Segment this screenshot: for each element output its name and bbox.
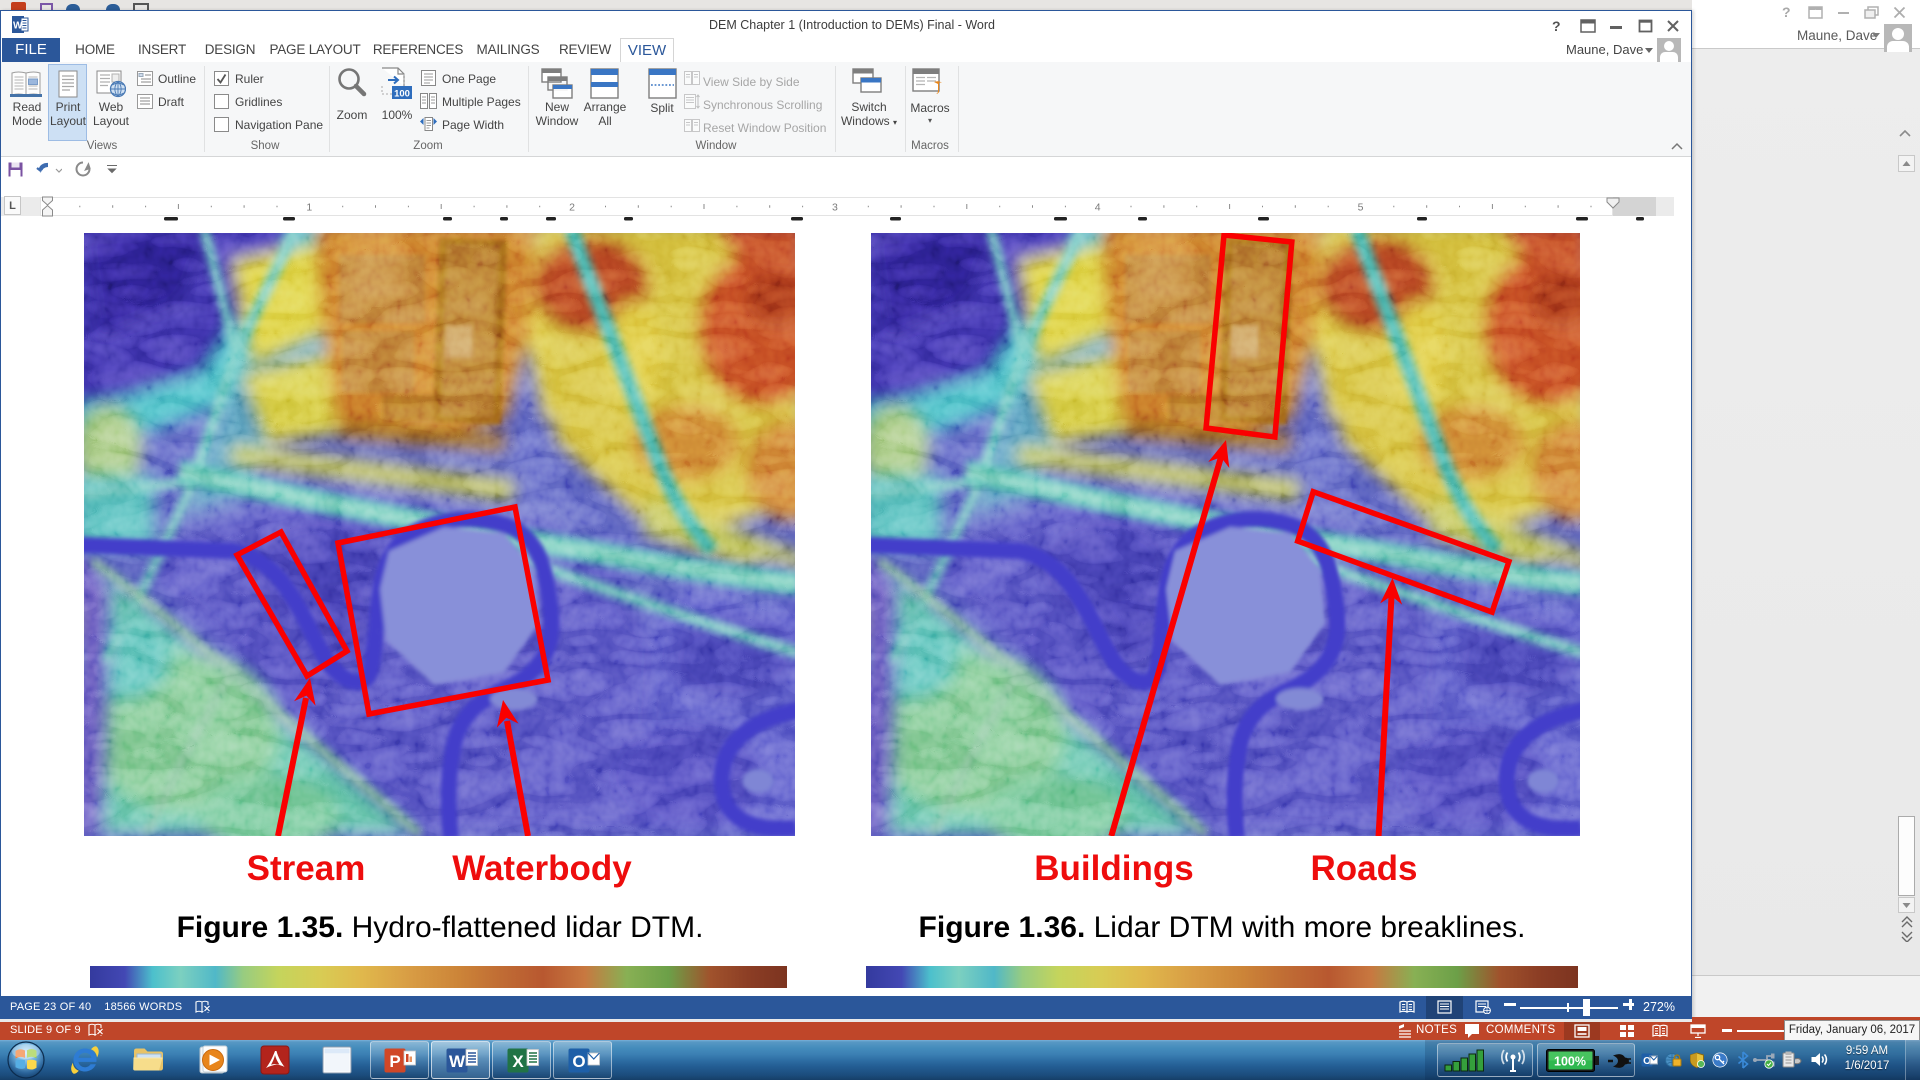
svg-text:2: 2: [569, 202, 575, 214]
svg-text:P: P: [389, 1052, 400, 1071]
svg-text:O: O: [572, 1052, 585, 1071]
svg-text:100%: 100%: [1554, 1055, 1586, 1069]
svg-text:3: 3: [832, 202, 838, 214]
svg-text:1: 1: [306, 202, 312, 214]
svg-text:W: W: [13, 21, 23, 32]
svg-text:100: 100: [394, 89, 410, 100]
svg-text:X: X: [512, 1052, 524, 1071]
svg-text:W: W: [449, 1052, 466, 1071]
svg-text:5: 5: [1358, 202, 1364, 214]
svg-text:4: 4: [1095, 202, 1101, 214]
